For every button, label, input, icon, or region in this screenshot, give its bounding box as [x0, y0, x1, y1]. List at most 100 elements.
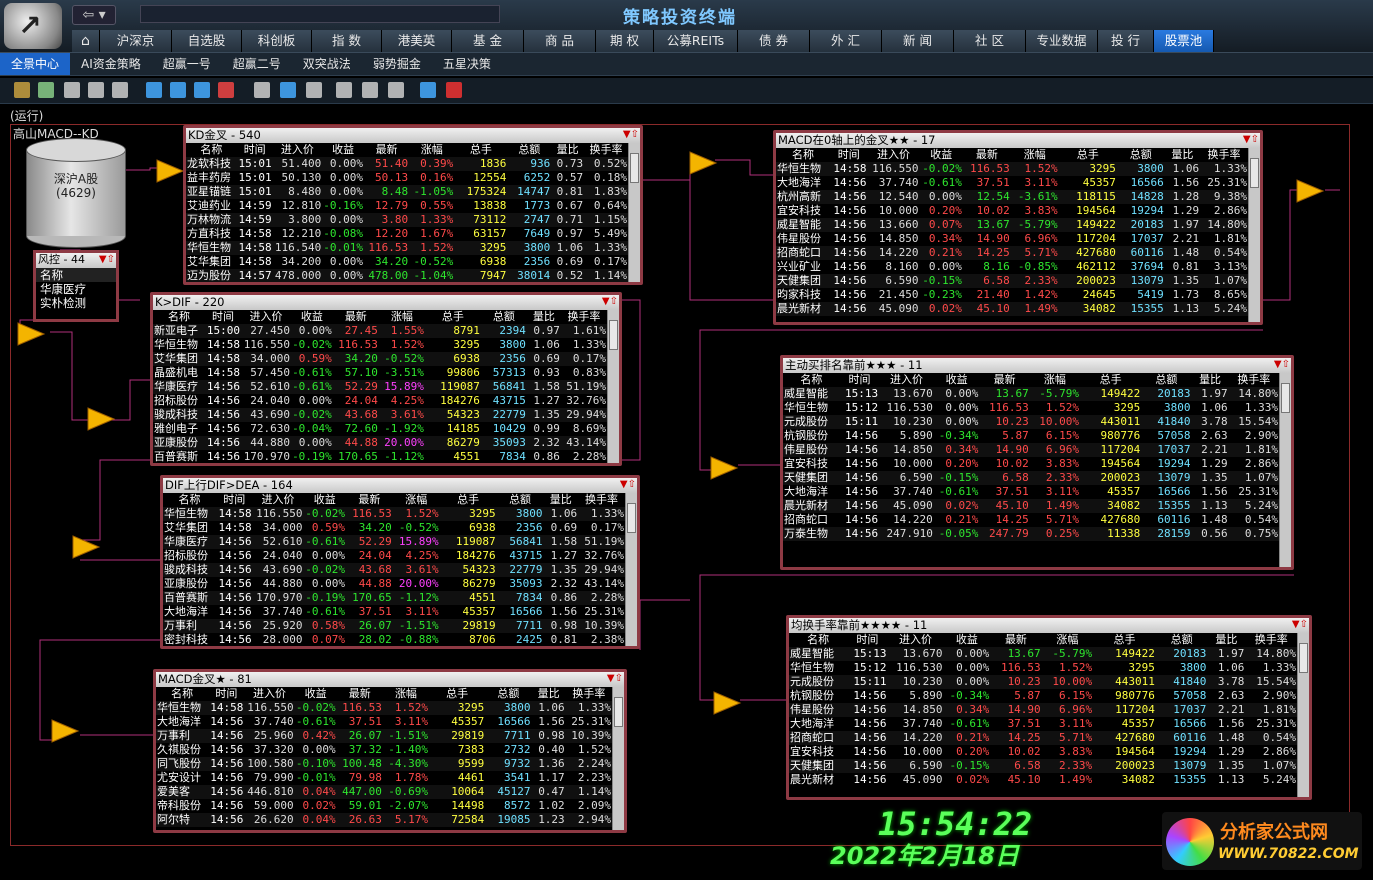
- table-row[interactable]: 万事利 14:56 25.960 0.42% 26.07 -1.51% 29819 7711 0…: [156, 729, 612, 743]
- toolbar-button-0-icon[interactable]: [14, 82, 30, 98]
- table-row[interactable]: 华康医疗 14:56 52.610 -0.61% 52.29 15.89% 119087 56…: [153, 380, 607, 394]
- table-row[interactable]: 百普赛斯 14:56 170.970 -0.19% 170.65 -1.12% 4551 78…: [153, 450, 607, 463]
- table-row[interactable]: 元成股份 15:11 10.230 0.00% 10.23 10.00% 443011 418…: [783, 415, 1279, 429]
- table-row[interactable]: 雅创电子 14:56 72.630 -0.04% 72.60 -1.92% 14185 104…: [153, 422, 607, 436]
- table-row[interactable]: 宜安科技 14:56 10.000 0.20% 10.02 3.83% 194564 1929…: [776, 204, 1248, 218]
- scrollbar[interactable]: [1248, 148, 1260, 322]
- column-header[interactable]: 涨幅: [1030, 373, 1080, 387]
- column-header[interactable]: 换手率: [578, 493, 625, 507]
- column-header[interactable]: 总手: [454, 143, 507, 157]
- table-row[interactable]: 华恒生物 15:12 116.530 0.00% 116.53 1.52% 3295 3800…: [783, 401, 1279, 415]
- arrow-up-icon[interactable]: ⇧: [631, 129, 639, 140]
- column-header[interactable]: 收益: [920, 148, 963, 162]
- table-row[interactable]: 同飞股份 14:56 100.580 -0.10% 100.48 -4.30% 9599 97…: [156, 757, 612, 771]
- table-row[interactable]: 密封科技 14:56 28.000 0.07% 28.02 -0.88% 8706 2425 0…: [163, 633, 625, 646]
- toolbar-button-5-icon[interactable]: [146, 82, 162, 98]
- column-header[interactable]: 进入价: [868, 148, 920, 162]
- toolbar-button-8-icon[interactable]: [218, 82, 234, 98]
- toolbar-button-13-icon[interactable]: [362, 82, 378, 98]
- filter-icon[interactable]: ▼: [620, 479, 628, 490]
- column-header[interactable]: 进入价: [244, 687, 294, 701]
- column-header[interactable]: 总额: [485, 687, 531, 701]
- table-row[interactable]: 益丰药房 15:01 50.130 0.00% 50.13 0.16% 12554 6252 0…: [186, 171, 628, 185]
- arrow-up-icon[interactable]: ⇧: [628, 479, 636, 490]
- panel-difdea[interactable]: DIF上行DIF>DEA - 164 ▼⇧ 名称 时间 进入价 收益 最新 涨幅 总手 总额 量比换…: [160, 475, 640, 649]
- table-row[interactable]: 亚星锚链 15:01 8.480 0.00% 8.48 -1.05% 175324 14747…: [186, 185, 628, 199]
- column-header[interactable]: 收益: [934, 373, 980, 387]
- column-header[interactable]: 时间: [205, 310, 241, 324]
- column-header[interactable]: 进入价: [253, 493, 304, 507]
- arrow-up-icon[interactable]: ⇧: [1251, 134, 1259, 145]
- table-row[interactable]: 华恒生物 14:58 116.540 -0.01% 116.53 1.52% 3295 380…: [186, 241, 628, 255]
- scrollbar[interactable]: [607, 310, 619, 463]
- column-header[interactable]: 收益: [303, 493, 346, 507]
- table-row[interactable]: 艾华集团 14:58 34.200 0.00% 34.20 -0.52% 6938 2356 0…: [186, 255, 628, 269]
- column-header[interactable]: 总手: [1080, 373, 1141, 387]
- table-row[interactable]: 华康医疗 14:56 52.610 -0.61% 52.29 15.89% 119087 56…: [163, 535, 625, 549]
- panel-active[interactable]: 主动买排名靠前★★★ - 11 ▼⇧ 名称 时间 进入价 收益 最新 涨幅 总手 总额 量比 换手率威…: [780, 355, 1294, 570]
- table-row[interactable]: 尤安设计 14:56 79.990 -0.01% 79.98 1.78% 4461 3541 1…: [156, 771, 612, 785]
- address-input[interactable]: [140, 5, 500, 23]
- sub-tab-0[interactable]: 全景中心: [0, 53, 71, 75]
- table-row[interactable]: 艾华集团 14:58 34.000 0.59% 34.20 -0.52% 6938 2356 0…: [153, 352, 607, 366]
- column-header[interactable]: 换手率: [584, 143, 628, 157]
- panel-kdif[interactable]: K>DIF - 220 ▼⇧ 名称 时间 进入价 收益 最新 涨幅 总手 总额 量比 换手率 新亚电子 1…: [150, 292, 622, 466]
- table-row[interactable]: 招标股份 14:56 24.040 0.00% 24.04 4.25% 184276 4371…: [163, 549, 625, 563]
- column-header[interactable]: 时间: [847, 633, 887, 647]
- table-row[interactable]: 元成股份 15:11 10.230 0.00% 10.23 10.00% 443011 418…: [789, 675, 1297, 689]
- table-row[interactable]: 杭钢股份 14:56 5.890 -0.34% 5.87 6.15% 980776 57058…: [789, 689, 1297, 703]
- table-row[interactable]: 宜安科技 14:56 10.000 0.20% 10.02 3.83% 194564 1929…: [783, 457, 1279, 471]
- column-header[interactable]: 名称: [789, 633, 847, 647]
- nav-tab-4[interactable]: 港美英: [382, 30, 452, 52]
- table-row[interactable]: 伟星股份 14:56 14.850 0.34% 14.90 6.96% 117204 1703…: [783, 443, 1279, 457]
- table-row[interactable]: 骏成科技 14:56 43.690 -0.02% 43.68 3.61% 54323 2277…: [153, 408, 607, 422]
- nav-tab-10[interactable]: 外 汇: [810, 30, 882, 52]
- table-row[interactable]: 威星智能 15:13 13.670 0.00% 13.67 -5.79% 149422 201…: [789, 647, 1297, 661]
- column-header[interactable]: 名称: [776, 148, 830, 162]
- filter-icon[interactable]: ▼: [1274, 359, 1282, 370]
- column-header[interactable]: 进入价: [888, 633, 944, 647]
- toolbar-button-15-icon[interactable]: [420, 82, 436, 98]
- column-header[interactable]: 最新: [346, 493, 393, 507]
- column-header[interactable]: 总额: [507, 143, 551, 157]
- table-row[interactable]: 万泰生物 14:56 247.910 -0.05% 247.79 0.25% 11338 28…: [783, 527, 1279, 541]
- column-header[interactable]: 进入价: [273, 143, 323, 157]
- table-row[interactable]: 华恒生物 15:12 116.530 0.00% 116.53 1.52% 3295 3800…: [789, 661, 1297, 675]
- sub-tab-3[interactable]: 超赢二号: [222, 53, 292, 75]
- column-header[interactable]: 名称: [156, 687, 208, 701]
- table-row[interactable]: 杭州高新 14:56 12.540 0.00% 12.54 -3.61% 118115 148…: [776, 190, 1248, 204]
- column-header[interactable]: 总手: [425, 310, 481, 324]
- toolbar-button-10-icon[interactable]: [280, 82, 296, 98]
- table-row[interactable]: 新亚电子 15:00 27.450 0.00% 27.45 1.55% 8791 2394 0.…: [153, 324, 607, 338]
- filter-icon[interactable]: ▼: [607, 673, 615, 684]
- column-header[interactable]: 收益: [295, 687, 337, 701]
- column-header[interactable]: 量比: [527, 310, 561, 324]
- column-header[interactable]: 量比: [1191, 373, 1228, 387]
- column-header[interactable]: 换手率: [566, 687, 612, 701]
- nav-tab-8[interactable]: 公募REITs: [654, 30, 738, 52]
- column-header[interactable]: 总手: [1093, 633, 1156, 647]
- nav-tab-1[interactable]: 自选股: [172, 30, 242, 52]
- panel-kd[interactable]: KD金叉 - 540 ▼⇧ 名称 时间 进入价 收益 最新 涨幅 总手 总额 量比 换手率 龙软科技 15…: [183, 125, 643, 285]
- table-row[interactable]: 亚康股份 14:56 44.880 0.00% 44.88 20.00% 86279 3509…: [153, 436, 607, 450]
- filter-icon[interactable]: ▼⇧: [99, 253, 115, 267]
- column-header[interactable]: 最新: [333, 310, 379, 324]
- table-row[interactable]: 招标股份 14:56 24.040 0.00% 24.04 4.25% 184276 4371…: [153, 394, 607, 408]
- table-row[interactable]: 大地海洋 14:56 37.740 -0.61% 37.51 3.11% 45357 1656…: [163, 605, 625, 619]
- nav-tab-13[interactable]: 专业数据: [1026, 30, 1098, 52]
- filter-icon[interactable]: ▼: [602, 296, 610, 307]
- arrow-up-icon[interactable]: ⇧: [610, 296, 618, 307]
- column-header[interactable]: 最新: [990, 633, 1041, 647]
- table-row[interactable]: 百普赛斯 14:56 170.970 -0.19% 170.65 -1.12% 4551 78…: [163, 591, 625, 605]
- column-header[interactable]: 最新: [364, 143, 409, 157]
- nav-tab-6[interactable]: 商 品: [524, 30, 596, 52]
- table-row[interactable]: 阿尔特 14:56 26.620 0.04% 26.63 5.17% 72584 19085 1…: [156, 813, 612, 827]
- sub-tab-2[interactable]: 超赢一号: [152, 53, 222, 75]
- nav-tab-11[interactable]: 新 闻: [882, 30, 954, 52]
- column-header[interactable]: 量比: [551, 143, 584, 157]
- column-header[interactable]: 名称: [153, 310, 205, 324]
- table-row[interactable]: 天健集团 14:56 6.590 -0.15% 6.58 2.33% 200023 13079…: [789, 759, 1297, 773]
- column-header[interactable]: 总手: [429, 687, 485, 701]
- table-row[interactable]: 艾迪药业 14:59 12.810 -0.16% 12.79 0.55% 13838 1773…: [186, 199, 628, 213]
- table-row[interactable]: 伟星股份 14:56 14.850 0.34% 14.90 6.96% 117204 1703…: [776, 232, 1248, 246]
